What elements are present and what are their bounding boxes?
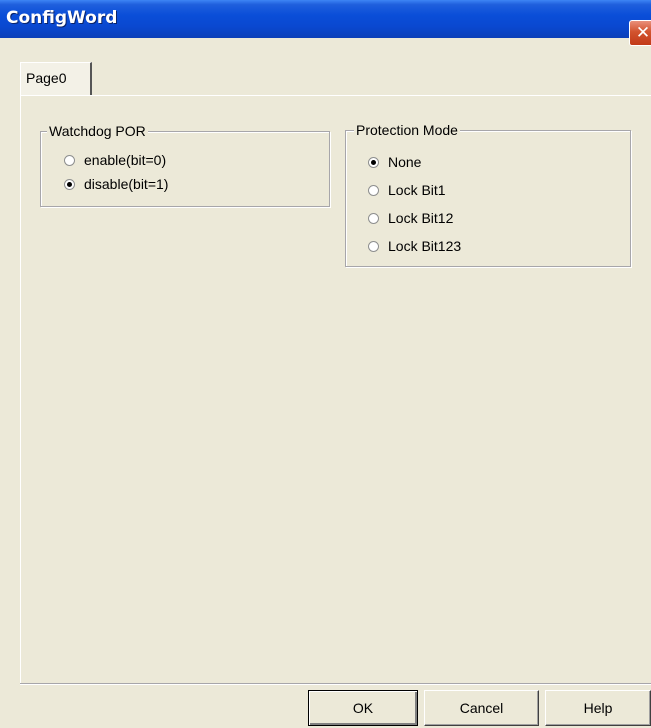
radio-enable-bit0[interactable]: enable(bit=0) [64, 150, 166, 170]
close-icon: ✕ [635, 23, 651, 42]
help-button-label: Help [583, 700, 613, 716]
cancel-button[interactable]: Cancel [424, 690, 539, 726]
close-button[interactable]: ✕ [629, 20, 651, 46]
radio-button[interactable] [368, 156, 379, 168]
radio-label: enable(bit=0) [84, 152, 167, 168]
tab-page0[interactable]: Page0 [20, 62, 92, 96]
radio-button[interactable] [368, 184, 379, 196]
footer-separator [20, 683, 651, 685]
radio-disable-bit1[interactable]: disable(bit=1) [64, 174, 168, 194]
radio-button[interactable] [368, 240, 379, 252]
radio-label: disable(bit=1) [84, 176, 169, 192]
radio-label: Lock Bit12 [388, 210, 454, 226]
radio-label: Lock Bit1 [388, 182, 446, 198]
tab-label: Page0 [26, 70, 67, 86]
ok-button[interactable]: OK [308, 690, 418, 726]
radio-lock-bit1[interactable]: Lock Bit1 [368, 180, 446, 200]
watchdog-por-group: Watchdog POR enable(bit=0) disable(bit=1… [40, 122, 330, 207]
radio-lock-bit12[interactable]: Lock Bit12 [368, 208, 453, 228]
radio-none[interactable]: None [368, 152, 421, 172]
watchdog-por-legend: Watchdog POR [47, 122, 148, 140]
ok-button-label: OK [352, 700, 374, 716]
protection-mode-group: Protection Mode None Lock Bit1 Lock Bit1… [345, 121, 631, 267]
radio-button[interactable] [64, 178, 75, 190]
protection-mode-legend: Protection Mode [354, 121, 460, 139]
radio-label: None [388, 154, 422, 170]
radio-button[interactable] [64, 154, 75, 166]
radio-label: Lock Bit123 [388, 238, 462, 254]
radio-lock-bit123[interactable]: Lock Bit123 [368, 236, 461, 256]
help-button[interactable]: Help [545, 690, 651, 726]
title-bar[interactable]: ConfigWord [0, 0, 651, 38]
radio-button[interactable] [368, 212, 379, 224]
window-title: ConfigWord [6, 8, 118, 28]
cancel-button-label: Cancel [459, 700, 504, 716]
